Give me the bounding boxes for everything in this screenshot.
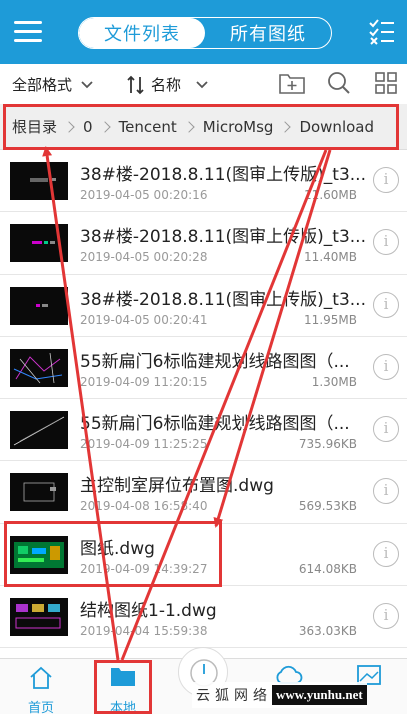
file-size: 11.60MB (304, 188, 357, 202)
nav-home[interactable]: 首页 (6, 659, 76, 716)
info-icon[interactable]: i (373, 603, 399, 630)
file-name: 结构图纸1-1.dwg (80, 601, 217, 622)
watermark: 云狐网络 www.yunhu.net (192, 682, 367, 708)
drawing-thumbnail (10, 598, 68, 637)
file-date: 2019-04-09 11:20:15 (80, 374, 208, 389)
info-icon[interactable]: i (373, 291, 399, 318)
sort-selector[interactable]: 名称 (126, 74, 209, 95)
toolbar: 全部格式 名称 (0, 64, 407, 102)
file-size: 569.53KB (298, 499, 357, 514)
file-date: 2019-04-05 00:20:28 (80, 250, 208, 265)
file-row[interactable]: 结构图纸1-1.dwg 2019-04-04 15:59:38 363.03KB… (0, 586, 407, 649)
watermark-text: 云狐网络 (196, 688, 272, 704)
drawing-thumbnail (10, 162, 68, 200)
nav-home-label: 首页 (27, 701, 54, 716)
tab-all-drawings[interactable]: 所有图纸 (205, 18, 331, 48)
file-row[interactable]: 55新扁门6标临建规划线路图图（... 2019-04-09 11:20:15 … (0, 336, 407, 400)
tab-file-list[interactable]: 文件列表 (79, 18, 205, 48)
drawing-thumbnail (10, 411, 68, 450)
file-date: 2019-04-08 16:58:40 (80, 499, 208, 514)
file-size: 614.08KB (298, 561, 357, 576)
info-icon[interactable]: i (373, 540, 399, 567)
file-name: 38#楼-2018.8.11(图审上传版)_t3... (80, 289, 366, 310)
info-icon[interactable]: i (373, 353, 399, 380)
checklist-icon[interactable] (368, 18, 396, 46)
file-name: 38#楼-2018.8.11(图审上传版)_t3... (80, 165, 366, 185)
format-filter[interactable]: 全部格式 (12, 74, 94, 95)
file-row[interactable]: 38#楼-2018.8.11(图审上传版)_t3... 2019-04-05 0… (0, 274, 407, 337)
menu-icon[interactable] (14, 18, 44, 46)
annotation-box-local-tab (94, 660, 152, 714)
file-date: 2019-04-05 00:20:41 (80, 312, 208, 327)
file-row[interactable]: 主控制室屏位布置图.dwg 2019-04-08 16:58:40 569.53… (0, 461, 407, 524)
home-icon (30, 666, 52, 689)
annotation-box-breadcrumb (3, 104, 399, 150)
drawing-thumbnail (10, 348, 68, 387)
file-size: 1.30MB (311, 374, 357, 389)
info-icon[interactable]: i (373, 478, 399, 505)
info-icon[interactable]: i (373, 229, 399, 256)
file-row[interactable]: 55新扁门6标临建规划线路图图（... 2019-04-09 11:25:25 … (0, 399, 407, 462)
new-folder-icon[interactable] (278, 71, 306, 95)
file-name: 主控制室屏位布置图.dwg (80, 476, 274, 497)
info-icon[interactable]: i (373, 416, 399, 443)
annotation-box-target-file (4, 521, 222, 587)
file-row[interactable]: 38#楼-2018.8.11(图审上传版)_t3... 2019-04-05 0… (0, 212, 407, 275)
search-icon[interactable] (327, 71, 351, 95)
format-filter-label: 全部格式 (12, 76, 73, 94)
app-header: 文件列表 所有图纸 (0, 0, 407, 64)
chevron-down-icon (81, 80, 93, 88)
sort-icon (127, 75, 144, 94)
view-tabs: 文件列表 所有图纸 (78, 17, 332, 49)
file-date: 2019-04-05 00:20:16 (80, 188, 208, 202)
watermark-url: www.yunhu.net (272, 685, 367, 705)
drawing-thumbnail (10, 286, 68, 325)
file-row[interactable]: 38#楼-2018.8.11(图审上传版)_t3... 2019-04-05 0… (0, 150, 407, 213)
chevron-down-icon (196, 80, 208, 88)
file-date: 2019-04-09 11:25:25 (80, 437, 208, 452)
info-icon[interactable]: i (373, 167, 399, 193)
file-name: 38#楼-2018.8.11(图审上传版)_t3... (80, 227, 366, 248)
drawing-thumbnail (10, 473, 68, 512)
file-date: 2019-04-04 15:59:38 (80, 624, 208, 639)
grid-view-icon[interactable] (374, 71, 398, 95)
file-size: 363.03KB (298, 624, 357, 639)
drawing-thumbnail (10, 224, 68, 263)
file-size: 11.40MB (304, 250, 357, 265)
file-size: 11.95MB (304, 312, 357, 327)
file-name: 55新扁门6标临建规划线路图图（... (80, 414, 350, 435)
sort-label: 名称 (151, 76, 182, 94)
file-name: 55新扁门6标临建规划线路图图（... (80, 351, 350, 372)
file-size: 735.96KB (298, 437, 357, 452)
